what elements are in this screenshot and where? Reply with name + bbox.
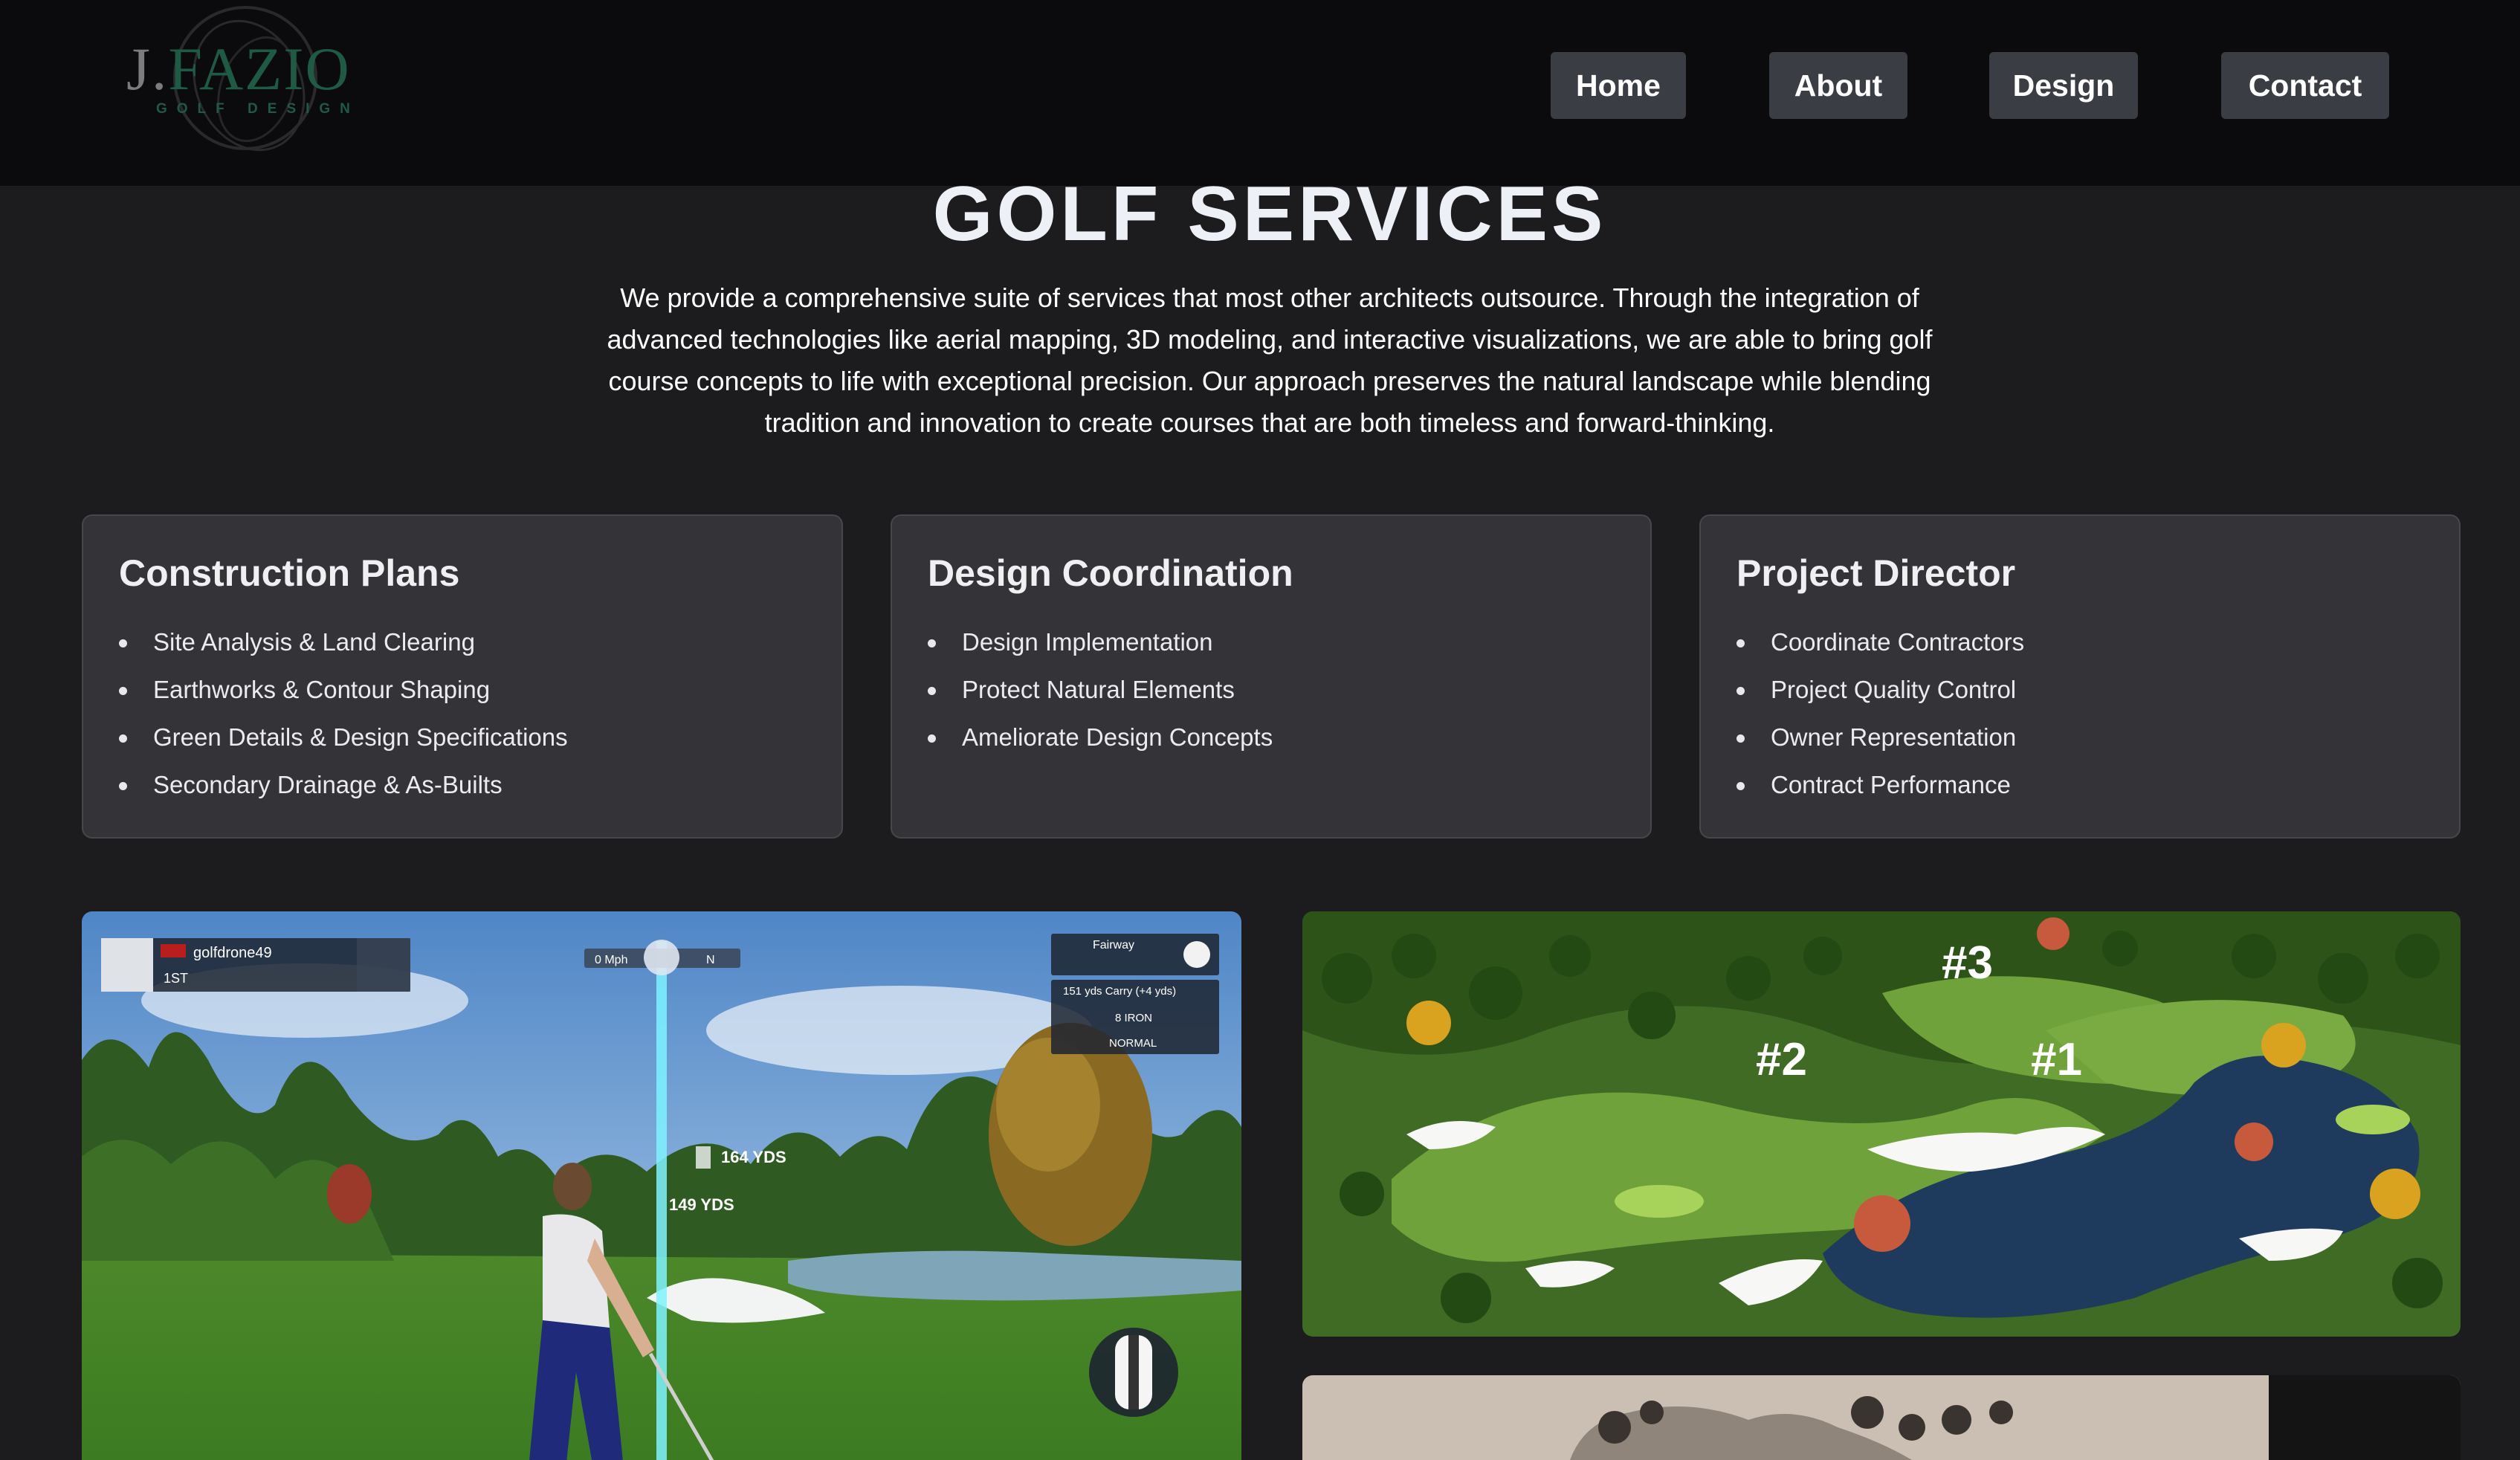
hole-label: #1	[2031, 1034, 2082, 1085]
service-list-item: Green Details & Design Specifications	[119, 714, 568, 761]
service-card-design-coordination: Design Coordination Design Implementatio…	[891, 514, 1652, 839]
page: J.FAZIO GOLF DESIGN Home About Design Co…	[0, 0, 2520, 1460]
nav-home-button[interactable]: Home	[1551, 52, 1686, 119]
golf-simulator-image: 164 YDS 149 YDS golfdrone49 1ST 0 Mph N …	[82, 911, 1241, 1460]
logo-name: FAZIO	[168, 35, 351, 103]
distance-marker-near: 149 YDS	[669, 1195, 734, 1214]
player-position: 1ST	[164, 971, 188, 986]
player-name: golfdrone49	[193, 945, 272, 961]
service-list-item: Project Quality Control	[1736, 666, 2024, 714]
nav-about-button[interactable]: About	[1769, 52, 1907, 119]
service-list-item: Earthworks & Contour Shaping	[119, 666, 568, 714]
service-list-item: Coordinate Contractors	[1736, 618, 2024, 666]
hole-label: #2	[1756, 1034, 1807, 1085]
service-list-item: Ameliorate Design Concepts	[928, 714, 1273, 761]
lie-readout: Fairway	[1093, 939, 1134, 952]
logo-initial: J.	[126, 35, 169, 103]
site-header: J.FAZIO GOLF DESIGN Home About Design Co…	[0, 0, 2520, 186]
service-list-item: Owner Representation	[1736, 714, 2024, 761]
distance-marker-far: 164 YDS	[721, 1148, 786, 1166]
carry-readout: 151 yds Carry (+4 yds)	[1063, 985, 1176, 998]
compass-readout: N	[706, 954, 715, 966]
course-sketch-image	[1302, 1375, 2461, 1460]
club-readout: 8 IRON	[1115, 1012, 1152, 1024]
logo-wordmark: J.FAZIO	[126, 39, 351, 100]
service-list-item: Contract Performance	[1736, 761, 2024, 809]
wind-readout: 0 Mph	[595, 954, 627, 966]
course-map-image: #3 #2 #1	[1302, 911, 2461, 1337]
nav-design-button[interactable]: Design	[1989, 52, 2138, 119]
logo-tagline: GOLF DESIGN	[156, 101, 360, 117]
service-list-item: Protect Natural Elements	[928, 666, 1273, 714]
site-logo[interactable]: J.FAZIO GOLF DESIGN	[119, 0, 387, 171]
service-list-item: Secondary Drainage & As-Builts	[119, 761, 568, 809]
service-card-project-director: Project Director Coordinate Contractors …	[1699, 514, 2461, 839]
service-list: Design Implementation Protect Natural El…	[928, 618, 1273, 761]
service-list: Coordinate Contractors Project Quality C…	[1736, 618, 2024, 809]
service-card-title: Construction Plans	[119, 552, 460, 594]
service-list: Site Analysis & Land Clearing Earthworks…	[119, 618, 568, 809]
page-title: GOLF SERVICES	[932, 171, 1607, 257]
intro-paragraph: We provide a comprehensive suite of serv…	[607, 282, 1933, 438]
nav-contact-button[interactable]: Contact	[2221, 52, 2389, 119]
service-card-title: Project Director	[1736, 552, 2016, 594]
shot-type-readout: NORMAL	[1109, 1037, 1157, 1050]
hole-label: #3	[1942, 937, 1993, 989]
service-card-construction-plans: Construction Plans Site Analysis & Land …	[82, 514, 843, 839]
service-card-title: Design Coordination	[928, 552, 1293, 594]
service-list-item: Design Implementation	[928, 618, 1273, 666]
service-list-item: Site Analysis & Land Clearing	[119, 618, 568, 666]
